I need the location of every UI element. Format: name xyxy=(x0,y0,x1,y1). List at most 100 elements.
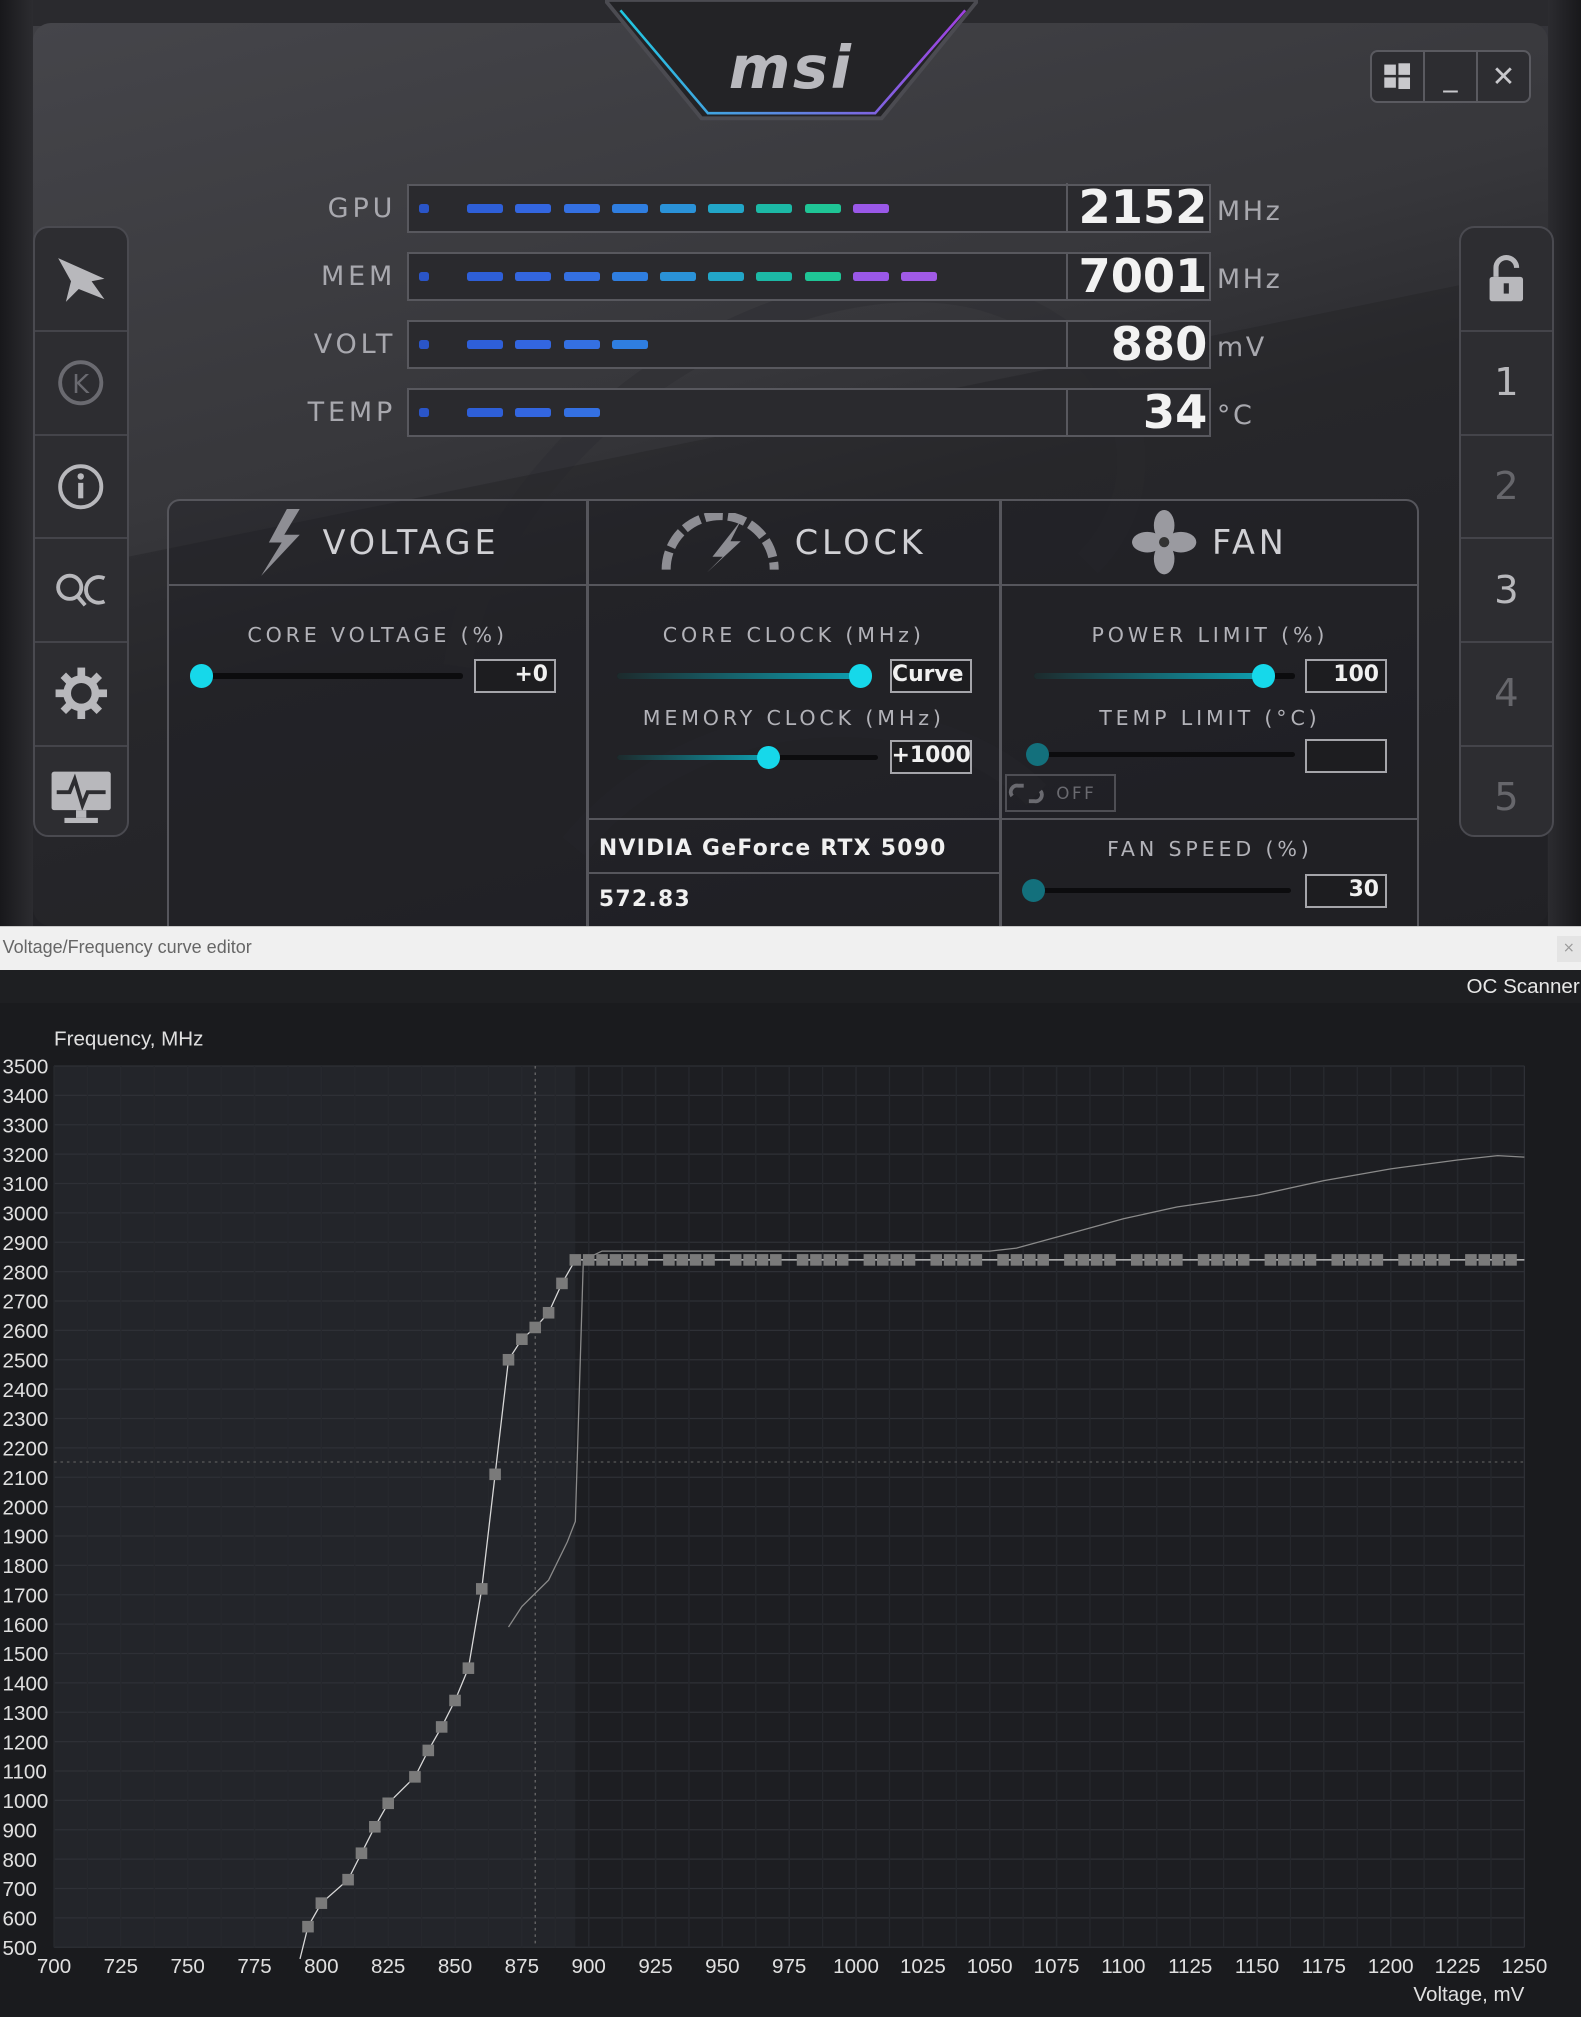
x-tick-label: 1150 xyxy=(1235,1955,1279,1978)
oc-scanner-icon[interactable] xyxy=(35,539,127,643)
right-sidebar: 1 2 3 4 5 xyxy=(1458,226,1554,838)
afterburner-window: msi _ ✕ GPU 2152 MHz MEM 7001 MHz VOLT 880 mV TEM… xyxy=(0,0,1581,927)
profile-3-button[interactable]: 3 xyxy=(1460,539,1552,643)
meter-segment xyxy=(708,203,745,213)
tab-fan-label: FAN xyxy=(1211,523,1288,563)
tab-voltage[interactable]: VOLTAGE xyxy=(169,501,586,586)
vf-curve-chart[interactable]: 700 725 750 775 800 825 850 875 900 925 950 975 1000… xyxy=(0,1003,1581,2017)
core-voltage-slider[interactable] xyxy=(189,664,463,688)
meter-segment xyxy=(515,272,552,282)
fan-speed-label: FAN SPEED (%) xyxy=(1107,836,1313,861)
temp-limit-value[interactable] xyxy=(1305,739,1388,773)
profile-2-button[interactable]: 2 xyxy=(1460,436,1552,540)
meter-segment xyxy=(467,408,504,418)
link-toggle[interactable]: OFF xyxy=(1005,773,1116,813)
x-tick-label: 1100 xyxy=(1101,1955,1145,1978)
curve-point xyxy=(890,1254,902,1267)
profile-5-button[interactable]: 5 xyxy=(1461,747,1552,849)
curve-point xyxy=(1064,1254,1076,1267)
minimize-button[interactable]: _ xyxy=(1425,52,1478,102)
meter-value-volt: 880 xyxy=(1065,319,1210,369)
curve-point xyxy=(502,1354,515,1366)
meter-segment xyxy=(852,272,889,282)
curve-point xyxy=(1465,1254,1477,1267)
y-tick-label: 2600 xyxy=(3,1320,49,1343)
control-panel: VOLTAGE CLOCK FAN CORE VOLTAGE (%) +0 CO… xyxy=(167,499,1419,927)
y-tick-label: 800 xyxy=(3,1849,37,1872)
driver-version: 572.83 xyxy=(598,887,691,913)
curve-point xyxy=(1211,1254,1223,1267)
core-clock-value[interactable]: Curve xyxy=(889,659,972,693)
info-icon[interactable] xyxy=(35,436,127,540)
curve-point xyxy=(1478,1254,1491,1267)
temp-limit-slider[interactable] xyxy=(1025,742,1295,767)
meter-segment xyxy=(515,408,552,418)
meter-value-gpu: 2152 xyxy=(1065,183,1210,233)
curve-point xyxy=(810,1254,822,1267)
meter-segment xyxy=(708,272,745,282)
oc-scanner-button[interactable]: OC Scanner xyxy=(1466,975,1579,999)
memory-clock-label: MEMORY CLOCK (MHz) xyxy=(642,705,945,730)
meter-segment xyxy=(659,203,696,213)
curve-point xyxy=(1077,1254,1090,1267)
x-tick-label: 850 xyxy=(438,1955,472,1978)
unlock-icon[interactable] xyxy=(1460,228,1552,333)
x-tick-label: 1175 xyxy=(1302,1955,1346,1978)
meter-unit-mem: MHz xyxy=(1216,263,1283,295)
tab-fan[interactable]: FAN xyxy=(1001,501,1419,586)
settings-gear-icon[interactable] xyxy=(35,643,127,747)
x-tick-label: 1000 xyxy=(833,1955,879,1978)
meter-segment xyxy=(515,340,552,350)
slider-knob[interactable] xyxy=(1251,664,1276,688)
y-tick-label: 3300 xyxy=(3,1115,49,1138)
x-tick-label: 775 xyxy=(237,1955,271,1978)
curve-editor-toolbar: OC Scanner xyxy=(0,969,1581,1004)
slider-knob[interactable] xyxy=(756,745,780,769)
slider-knob[interactable] xyxy=(1022,879,1046,903)
fan-speed-slider[interactable] xyxy=(1022,879,1291,903)
y-tick-label: 1500 xyxy=(3,1644,49,1667)
link-icon xyxy=(1009,783,1045,803)
msi-dragon-icon[interactable] xyxy=(35,228,127,333)
fan-icon xyxy=(1132,510,1197,575)
meter-segment xyxy=(756,272,793,282)
core-voltage-value[interactable]: +0 xyxy=(474,659,557,693)
x-tick-label: 700 xyxy=(37,1955,71,1978)
curve-point xyxy=(876,1254,889,1267)
slider-knob[interactable] xyxy=(1025,742,1050,767)
meter-segment xyxy=(563,408,600,418)
window-controls: _ ✕ xyxy=(1370,50,1531,104)
profile-4-button[interactable]: 4 xyxy=(1460,643,1552,747)
curve-point xyxy=(1491,1254,1504,1267)
slider-knob[interactable] xyxy=(189,664,213,688)
x-tick-label: 900 xyxy=(572,1955,606,1978)
monitor-icon[interactable] xyxy=(35,747,126,849)
power-limit-slider[interactable] xyxy=(1033,664,1295,688)
tab-clock[interactable]: CLOCK xyxy=(588,501,999,586)
memory-clock-value[interactable]: +1000 xyxy=(889,740,972,774)
y-axis-title: Frequency, MHz xyxy=(54,1028,203,1051)
power-limit-value[interactable]: 100 xyxy=(1305,659,1388,693)
meter-segment xyxy=(467,340,504,350)
left-sidebar: K xyxy=(33,226,129,838)
curve-point xyxy=(542,1307,555,1319)
profile-1-button[interactable]: 1 xyxy=(1460,332,1552,436)
meter-segment xyxy=(611,203,648,213)
slider-fill xyxy=(616,754,769,760)
fan-speed-value[interactable]: 30 xyxy=(1305,874,1388,908)
core-clock-slider[interactable] xyxy=(616,664,872,688)
curve-point xyxy=(489,1468,501,1481)
y-tick-label: 500 xyxy=(3,1937,37,1960)
y-tick-label: 1900 xyxy=(3,1526,49,1549)
windows-icon[interactable] xyxy=(1372,52,1425,102)
memory-clock-slider[interactable] xyxy=(616,745,878,769)
slider-knob[interactable] xyxy=(848,664,872,688)
x-tick-label: 725 xyxy=(104,1955,138,1978)
curve-point xyxy=(703,1254,715,1267)
curve-point xyxy=(1010,1254,1023,1267)
curve-editor-close-button[interactable]: × xyxy=(1556,936,1581,963)
meter-segment xyxy=(659,272,696,282)
k-boost-icon[interactable]: K xyxy=(35,332,127,436)
curve-point xyxy=(1104,1254,1116,1267)
close-button[interactable]: ✕ xyxy=(1478,52,1529,101)
